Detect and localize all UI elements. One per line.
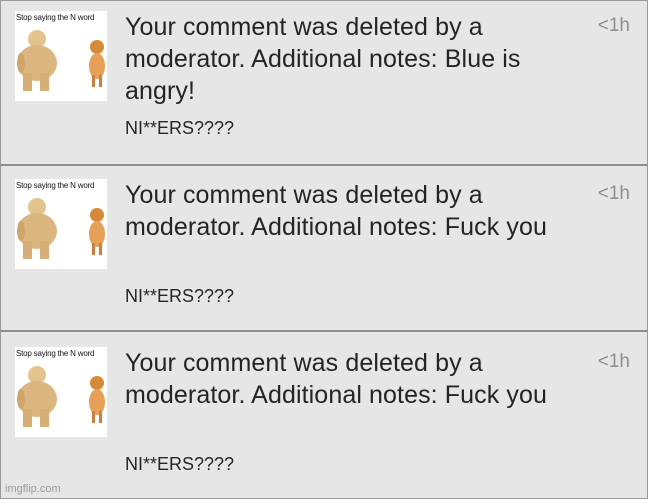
- comment-excerpt: NI**ERS????: [125, 454, 235, 474]
- doge-meme-image: [15, 11, 107, 101]
- notification-list: Stop saying the N word Your comment was …: [0, 0, 648, 499]
- doge-meme-image: [15, 347, 107, 437]
- timestamp: <1h: [597, 183, 630, 204]
- timestamp: <1h: [597, 351, 630, 372]
- meme-caption: Stop saying the N word: [16, 181, 95, 190]
- doge-meme-image: [15, 179, 107, 269]
- notification-message: Your comment was deleted by a moderator.…: [125, 349, 547, 409]
- notification-message: Your comment was deleted by a moderator.…: [125, 181, 547, 241]
- timestamp: <1h: [597, 15, 630, 36]
- meme-caption: Stop saying the N word: [16, 349, 95, 358]
- meme-thumbnail: Stop saying the N word: [15, 179, 107, 269]
- meme-thumbnail: Stop saying the N word: [15, 347, 107, 437]
- notification-item[interactable]: Stop saying the N word Your comment was …: [1, 167, 647, 332]
- meme-thumbnail: Stop saying the N word: [15, 11, 107, 101]
- comment-excerpt: NI**ERS????: [125, 286, 235, 306]
- comment-excerpt: NI**ERS????: [125, 118, 235, 138]
- notification-item[interactable]: Stop saying the N word Your comment was …: [1, 333, 647, 498]
- meme-caption: Stop saying the N word: [16, 13, 95, 22]
- imgflip-watermark: imgflip.com: [5, 483, 61, 495]
- notification-message: Your comment was deleted by a moderator.…: [125, 13, 521, 105]
- notification-item[interactable]: Stop saying the N word Your comment was …: [1, 1, 647, 166]
